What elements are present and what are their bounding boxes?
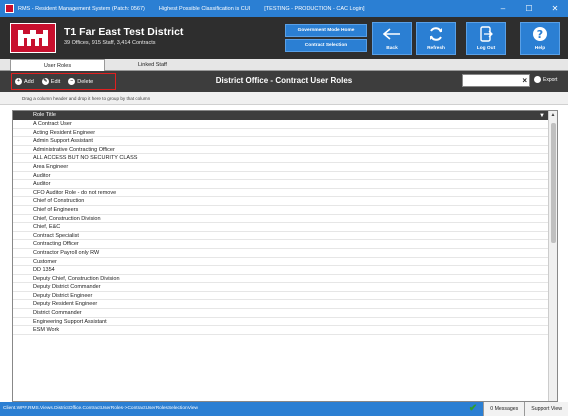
help-label: Help [534, 46, 546, 51]
table-row[interactable]: Chief, E&C [13, 223, 548, 232]
app-header: T1 Far East Test District 39 Offices, 91… [0, 17, 568, 59]
check-icon: ✔ [468, 403, 478, 414]
add-label: Add [24, 78, 34, 85]
search-box: × [462, 74, 530, 87]
add-icon: + [15, 78, 22, 85]
close-button[interactable]: ✕ [542, 4, 568, 13]
table-row[interactable]: Auditor [13, 180, 548, 189]
back-label: Back [386, 46, 398, 51]
contract-selection-button[interactable]: Contract Selection [285, 39, 367, 52]
tab-user-roles[interactable]: User Roles [10, 59, 105, 71]
delete-icon: − [68, 78, 76, 85]
window-titlebar: RMS - Resident Management System (Patch:… [0, 0, 568, 17]
table-row[interactable]: ESM Work [13, 326, 548, 335]
table-row[interactable]: A Contract User [13, 120, 548, 129]
window-title: RMS - Resident Management System (Patch:… [18, 5, 145, 12]
search-input[interactable] [463, 75, 519, 86]
refresh-label: Refresh [427, 46, 445, 51]
table-row[interactable]: Chief of Construction [13, 197, 548, 206]
clear-search-icon[interactable]: × [522, 75, 527, 86]
classification-label: Highest Possible Classification is CUI [158, 5, 251, 12]
edit-label: Edit [50, 78, 61, 85]
logout-icon [480, 26, 493, 42]
table-row[interactable]: Contracting Officer [13, 240, 548, 249]
government-mode-home-button[interactable]: Government Mode Home [285, 24, 367, 37]
maximize-button[interactable]: ☐ [516, 4, 542, 13]
table-row[interactable]: Chief of Engineers [13, 206, 548, 215]
export-button[interactable]: Export [534, 76, 557, 83]
table-row[interactable]: Administrative Contracting Officer [13, 146, 548, 155]
table-row[interactable]: ALL ACCESS BUT NO SECURITY CLASS [13, 154, 548, 163]
group-by-drop-area[interactable]: Drag a column header and drop it here to… [0, 92, 568, 105]
back-button[interactable]: Back [372, 22, 412, 55]
help-button[interactable]: ? Help [520, 22, 560, 55]
table-row[interactable]: Engineering Support Assistant [13, 318, 548, 327]
table-row[interactable]: Area Engineer [13, 163, 548, 172]
table-row[interactable]: Acting Resident Engineer [13, 129, 548, 138]
view-path: Client.WPF.RMS.Views.DistrictOffice.Cont… [3, 406, 199, 411]
table-row[interactable]: Deputy District Engineer [13, 292, 548, 301]
environment-label: [TESTING - PRODUCTION - CAC Login] [264, 5, 365, 12]
logout-label: Log Out [476, 46, 496, 51]
column-header-role-title[interactable]: Role Title ▼ [13, 111, 557, 120]
delete-button[interactable]: − Delete [68, 78, 93, 85]
refresh-button[interactable]: Refresh [416, 22, 456, 55]
column-header-label: Role Title [33, 112, 56, 118]
edit-button[interactable]: ✎ Edit [41, 78, 61, 85]
action-buttons-group: + Add ✎ Edit − Delete [11, 73, 116, 90]
export-label: Export [543, 76, 558, 83]
table-row[interactable]: District Commander [13, 309, 548, 318]
tab-linked-staff[interactable]: Linked Staff [105, 59, 200, 71]
table-row[interactable]: Customer [13, 258, 548, 267]
table-row[interactable]: Chief, Construction Division [13, 215, 548, 224]
table-row[interactable]: CFO Auditor Role - do not remove [13, 189, 548, 198]
table-row[interactable]: Admin Support Assistant [13, 137, 548, 146]
table-row[interactable]: Deputy Chief, Construction Division [13, 275, 548, 284]
table-row[interactable]: Deputy Resident Engineer [13, 300, 548, 310]
edit-icon: ✎ [41, 78, 49, 85]
support-view-button[interactable]: Support View [524, 402, 568, 416]
district-summary: 39 Offices, 915 Staff, 3,414 Contracts [64, 40, 156, 46]
usace-logo [10, 23, 56, 53]
add-button[interactable]: + Add [15, 78, 34, 85]
help-icon: ? [533, 27, 547, 41]
table-row[interactable]: Contract Specialist [13, 232, 548, 241]
svg-text:?: ? [537, 28, 543, 41]
scroll-up-icon[interactable]: ▲ [549, 111, 557, 120]
district-name: T1 Far East Test District [64, 26, 184, 38]
roles-grid: Role Title ▼ A Contract User Acting Resid… [12, 110, 558, 402]
table-row[interactable]: Contractor Payroll only RW [13, 249, 548, 258]
delete-label: Delete [77, 78, 94, 85]
messages-button[interactable]: 0 Messages [483, 402, 525, 416]
table-row[interactable]: DD 1354 [13, 266, 548, 275]
logout-button[interactable]: Log Out [466, 22, 506, 55]
export-icon [534, 76, 541, 83]
app-icon [5, 4, 14, 13]
status-bar: Client.WPF.RMS.Views.DistrictOffice.Cont… [0, 402, 568, 416]
back-arrow-icon [383, 28, 400, 40]
tab-bar: User Roles Linked Staff [0, 59, 568, 71]
refresh-icon [430, 27, 442, 41]
table-row[interactable]: Auditor [13, 172, 548, 181]
grid-toolbar: District Office - Contract User Roles + A… [0, 71, 568, 92]
scrollbar-thumb[interactable] [551, 123, 556, 243]
grid-rows: A Contract User Acting Resident Engineer A… [13, 120, 548, 401]
table-row[interactable]: Deputy District Commander [13, 283, 548, 292]
minimize-button[interactable]: – [490, 4, 516, 13]
vertical-scrollbar[interactable]: ▲ [548, 111, 557, 401]
